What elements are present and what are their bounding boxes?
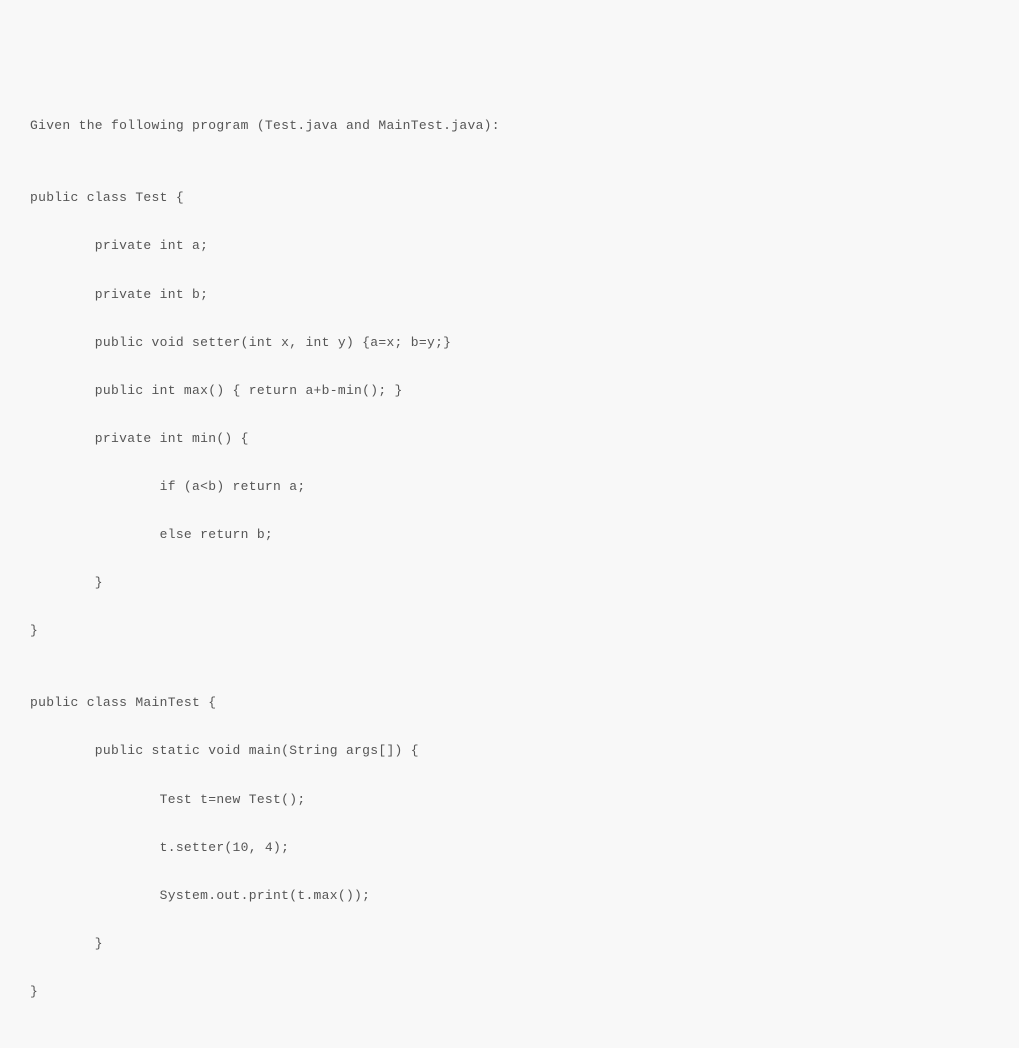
- code-line: private int min() {: [30, 427, 989, 451]
- code-line: public class MainTest {: [30, 691, 989, 715]
- code-line: else return b;: [30, 523, 989, 547]
- code-line: private int a;: [30, 234, 989, 258]
- code-line: System.out.print(t.max());: [30, 884, 989, 908]
- code-line: }: [30, 932, 989, 956]
- code-line: if (a<b) return a;: [30, 475, 989, 499]
- code-line: private int b;: [30, 283, 989, 307]
- code-line: public static void main(String args[]) {: [30, 739, 989, 763]
- intro-text: Given the following program (Test.java a…: [30, 114, 989, 138]
- code-line: public class Test {: [30, 186, 989, 210]
- code-line: public void setter(int x, int y) {a=x; b…: [30, 331, 989, 355]
- code-line: }: [30, 571, 989, 595]
- code-line: }: [30, 619, 989, 643]
- code-line: }: [30, 980, 989, 1004]
- code-line: public int max() { return a+b-min(); }: [30, 379, 989, 403]
- code-line: Test t=new Test();: [30, 788, 989, 812]
- code-line: t.setter(10, 4);: [30, 836, 989, 860]
